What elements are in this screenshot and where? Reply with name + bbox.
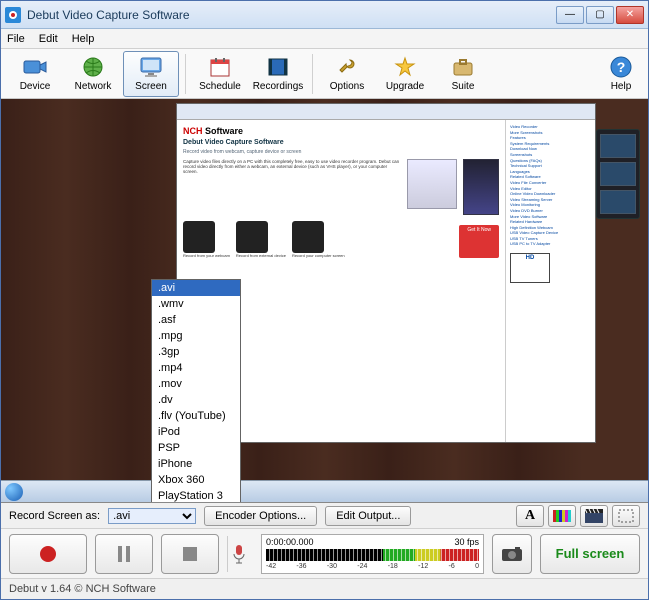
captured-heading: Debut Video Capture Software: [183, 139, 499, 146]
mic-toggle[interactable]: [227, 536, 253, 572]
monitor-icon: [139, 55, 163, 79]
help-button[interactable]: ? Help: [600, 51, 642, 97]
format-select[interactable]: .avi: [108, 508, 196, 524]
toolbar-label: Network: [75, 81, 112, 92]
format-dropdown-menu: .avi.wmv.asf.mpg.3gp.mp4.mov.dv.flv (You…: [151, 279, 241, 503]
format-option[interactable]: .mov: [152, 376, 240, 392]
svg-text:?: ?: [617, 59, 626, 75]
camera-snapshot-icon: [501, 546, 523, 562]
text-icon: A: [525, 508, 535, 524]
format-option[interactable]: PlayStation 3: [152, 488, 240, 503]
pause-button[interactable]: [95, 534, 153, 574]
timecode: 0:00:00.000: [266, 537, 314, 547]
record-icon: [38, 544, 58, 564]
level-bar: [266, 549, 479, 561]
format-option[interactable]: iPhone: [152, 456, 240, 472]
window-title: Debut Video Capture Software: [27, 8, 556, 22]
record-as-label: Record Screen as:: [9, 510, 100, 522]
schedule-button[interactable]: Schedule: [192, 51, 248, 97]
pause-icon: [116, 546, 132, 562]
microphone-icon: [232, 544, 246, 564]
format-option[interactable]: .wmv: [152, 296, 240, 312]
toolbar: Device Network Screen Schedule Recording…: [1, 49, 648, 99]
wrench-icon: [335, 55, 359, 79]
toolbar-label: Suite: [452, 81, 475, 92]
help-icon: ?: [609, 55, 633, 79]
transport-bar: 0:00:00.000 30 fps -42-36-30-24-18-12-60…: [1, 529, 648, 579]
briefcase-icon: [451, 55, 475, 79]
stop-icon: [183, 547, 197, 561]
globe-icon: [81, 55, 105, 79]
format-option[interactable]: .avi: [152, 280, 240, 296]
encoder-options-button[interactable]: Encoder Options...: [204, 506, 317, 526]
device-button[interactable]: Device: [7, 51, 63, 97]
titlebar[interactable]: Debut Video Capture Software — ▢ ✕: [1, 1, 648, 29]
menu-file[interactable]: File: [7, 33, 25, 45]
color-adjust-button[interactable]: [548, 505, 576, 527]
format-option[interactable]: .flv (YouTube): [152, 408, 240, 424]
record-settings-row: Record Screen as: .avi Encoder Options..…: [1, 503, 648, 529]
format-option[interactable]: PSP: [152, 440, 240, 456]
crop-icon: [618, 509, 634, 523]
format-option[interactable]: .mpg: [152, 328, 240, 344]
format-option[interactable]: Xbox 360: [152, 472, 240, 488]
captured-taskbar: [1, 480, 648, 502]
format-option[interactable]: iPod: [152, 424, 240, 440]
edit-output-button[interactable]: Edit Output...: [325, 506, 411, 526]
fps-label: 30 fps: [454, 537, 479, 547]
color-bars-icon: [553, 510, 571, 522]
network-button[interactable]: Network: [65, 51, 121, 97]
audio-meter: 0:00:00.000 30 fps -42-36-30-24-18-12-60: [261, 534, 484, 574]
app-window: Debut Video Capture Software — ▢ ✕ File …: [0, 0, 649, 600]
status-bar: Debut v 1.64 © NCH Software: [1, 579, 648, 599]
record-button[interactable]: [9, 534, 87, 574]
menu-edit[interactable]: Edit: [39, 33, 58, 45]
suite-button[interactable]: Suite: [435, 51, 491, 97]
aero-peek-thumbnails[interactable]: [596, 129, 640, 219]
close-button[interactable]: ✕: [616, 6, 644, 24]
screen-button[interactable]: Screen: [123, 51, 179, 97]
app-icon: [5, 7, 21, 23]
crop-button[interactable]: [612, 505, 640, 527]
toolbar-label: Screen: [135, 81, 167, 92]
toolbar-label: Options: [330, 81, 364, 92]
window-controls: — ▢ ✕: [556, 6, 644, 24]
toolbar-label: Upgrade: [386, 81, 424, 92]
format-option[interactable]: .mp4: [152, 360, 240, 376]
snapshot-button[interactable]: [492, 534, 532, 574]
calendar-icon: [208, 55, 232, 79]
film-icon: [266, 55, 290, 79]
recordings-button[interactable]: Recordings: [250, 51, 306, 97]
toolbar-label: Recordings: [253, 81, 304, 92]
stop-button[interactable]: [161, 534, 219, 574]
video-effects-button[interactable]: [580, 505, 608, 527]
toolbar-label: Help: [611, 81, 632, 92]
start-orb-icon: [5, 483, 23, 501]
toolbar-label: Device: [20, 81, 51, 92]
camera-icon: [23, 55, 47, 79]
preview-area: NCH Software Debut Video Capture Softwar…: [1, 99, 648, 503]
format-option[interactable]: .3gp: [152, 344, 240, 360]
toolbar-label: Schedule: [199, 81, 241, 92]
maximize-button[interactable]: ▢: [586, 6, 614, 24]
format-option[interactable]: .asf: [152, 312, 240, 328]
star-icon: [393, 55, 417, 79]
status-text: Debut v 1.64 © NCH Software: [9, 583, 156, 595]
fullscreen-button[interactable]: Full screen: [540, 534, 640, 574]
clapper-icon: [585, 509, 603, 523]
menubar: File Edit Help: [1, 29, 648, 49]
options-button[interactable]: Options: [319, 51, 375, 97]
format-option[interactable]: .dv: [152, 392, 240, 408]
captured-sidelinks: Video RecorderMore ScreenshotsFeaturesSy…: [505, 120, 595, 442]
menu-help[interactable]: Help: [72, 33, 95, 45]
text-overlay-button[interactable]: A: [516, 505, 544, 527]
minimize-button[interactable]: —: [556, 6, 584, 24]
upgrade-button[interactable]: Upgrade: [377, 51, 433, 97]
